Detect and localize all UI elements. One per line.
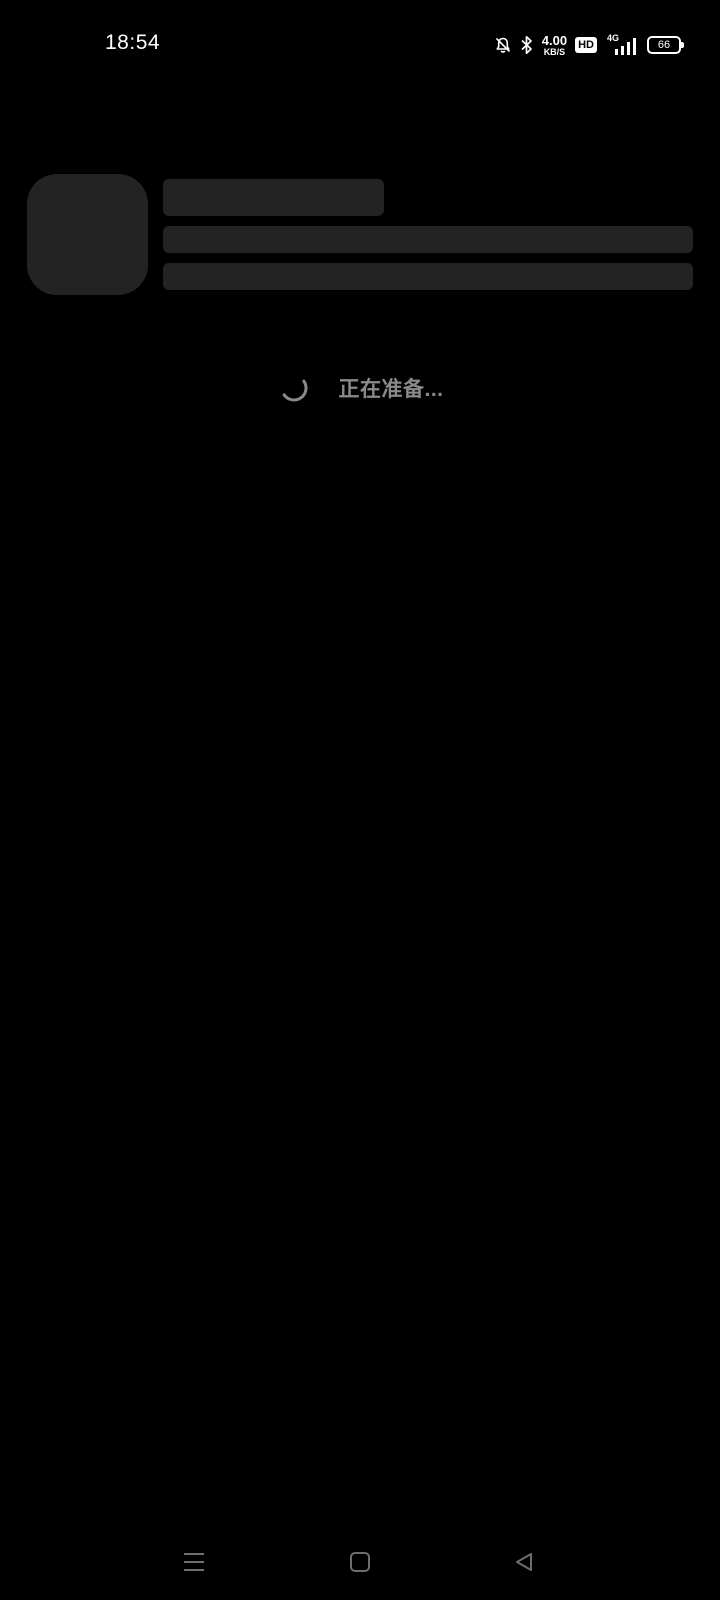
skeleton-subtitle-line — [163, 226, 693, 253]
skeleton-title-line — [163, 179, 384, 216]
battery-icon: 66 — [647, 36, 684, 54]
menu-button[interactable] — [172, 1540, 216, 1584]
battery-level: 66 — [657, 38, 671, 51]
bluetooth-icon — [520, 35, 534, 55]
bell-off-icon — [494, 36, 512, 54]
home-icon — [349, 1551, 371, 1573]
status-bar: 18:54 4.00 KB/S HD 4G 66 — [0, 0, 720, 90]
skeleton-description-line — [163, 263, 693, 290]
navigation-bar — [0, 1530, 720, 1594]
menu-icon — [182, 1551, 206, 1573]
net-speed-value: 4.00 — [541, 32, 568, 48]
loading-spinner-icon — [276, 370, 312, 406]
back-button[interactable] — [502, 1540, 546, 1584]
hd-badge: HD — [575, 37, 597, 53]
loading-indicator: 正在准备... — [0, 370, 720, 406]
loading-text: 正在准备... — [338, 378, 444, 401]
skeleton-app-icon — [27, 174, 148, 295]
back-icon — [513, 1551, 535, 1573]
signal-icon — [614, 36, 638, 56]
signal-indicator: 4G — [605, 34, 639, 56]
net-speed-unit: KB/S — [543, 46, 566, 57]
status-time: 18:54 — [105, 31, 161, 54]
home-button[interactable] — [338, 1540, 382, 1584]
net-speed: 4.00 KB/S — [542, 34, 567, 57]
status-icons: 4.00 KB/S HD 4G 66 — [494, 31, 684, 59]
